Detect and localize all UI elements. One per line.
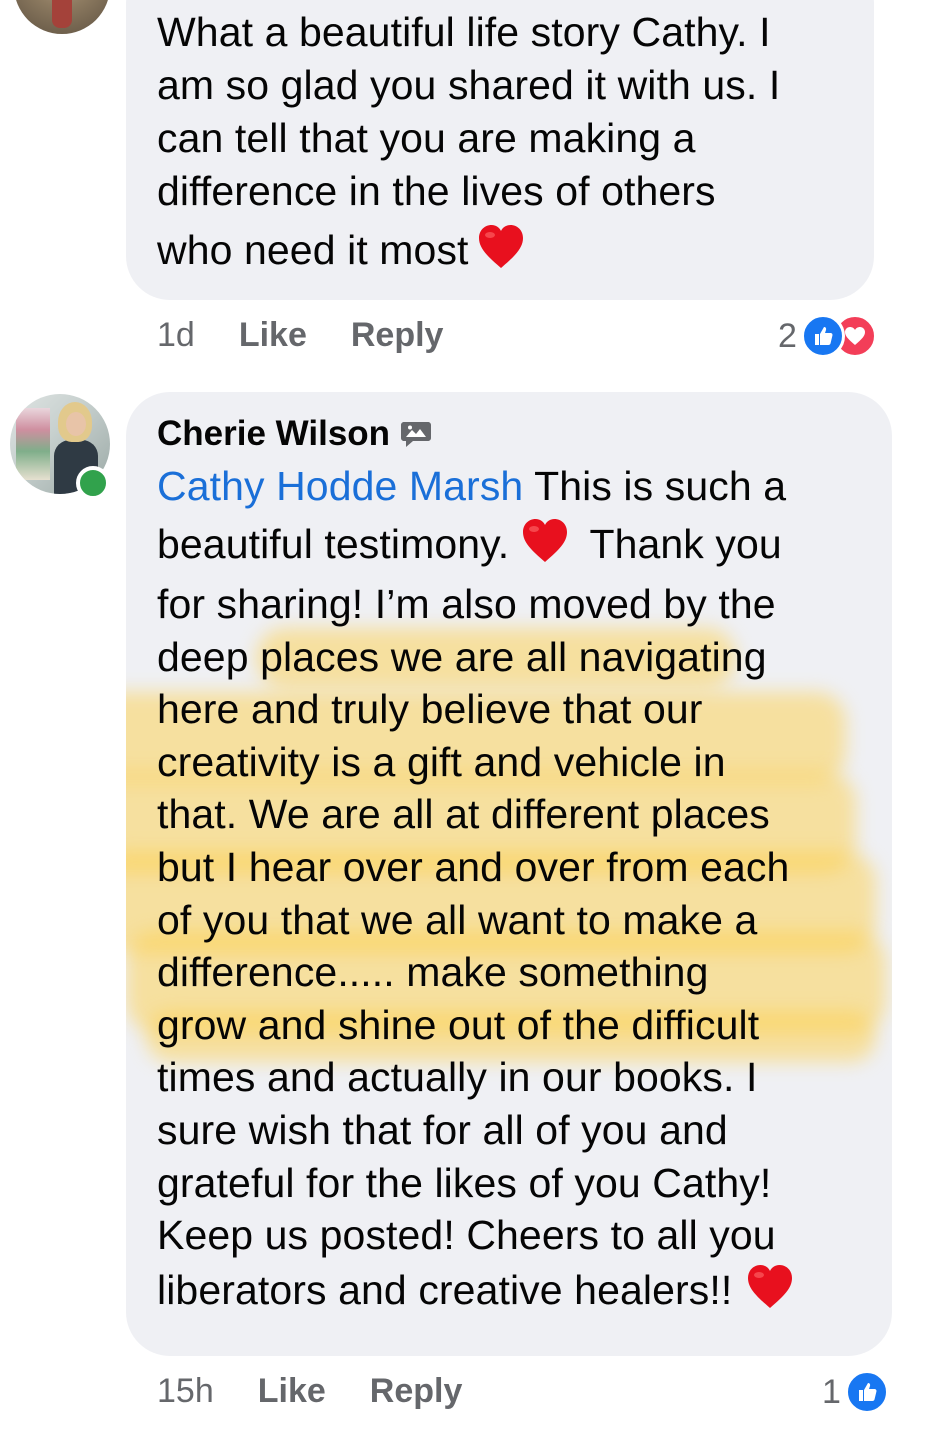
comment-line: am so glad you shared it with us. I (157, 62, 781, 108)
like-button[interactable]: Like (239, 316, 307, 355)
comment-line: of you that we all want to make a (157, 896, 758, 943)
comment-author-row: Cherie Wilson (157, 414, 432, 454)
reaction-count: 1 (822, 1372, 841, 1411)
comment-timestamp[interactable]: 1d (157, 316, 195, 355)
comment-line: What a beautiful life story Cathy. I (157, 9, 771, 55)
comment-line: who need it most (157, 218, 857, 290)
commenter-avatar[interactable] (14, 0, 110, 34)
reaction-summary[interactable]: 1 (822, 1370, 889, 1414)
comment-line: but I hear over and over from each (157, 843, 790, 890)
comment-line: creativity is a gift and vehicle in (157, 738, 726, 785)
comment-line: difference..... make something (157, 949, 709, 996)
comment-line-text: beautiful testimony. (157, 521, 521, 567)
comment-line: times and actually in our books. I (157, 1054, 758, 1101)
comment-line: for sharing! I’m also moved by the (157, 581, 776, 627)
comment-line-text: liberators and creative healers!! (157, 1266, 733, 1313)
comment-line: beautiful testimony. Thank you (157, 518, 877, 578)
like-icon (800, 314, 845, 358)
comment-line: here and truly believe that our (157, 686, 703, 733)
like-button[interactable]: Like (258, 1372, 326, 1411)
comment-text: What a beautiful life story Cathy. I am … (157, 6, 857, 290)
online-status-dot (76, 466, 110, 500)
reply-button[interactable]: Reply (351, 316, 444, 355)
reaction-count: 2 (778, 316, 797, 355)
avatar-figure (52, 0, 72, 28)
comment-line: Cathy Hodde Marsh This is such a (157, 460, 877, 518)
comment-line: deep places we are all navigating (157, 633, 767, 680)
comment-line: difference in the lives of others (157, 168, 716, 214)
comment-line-text: Thank you (578, 521, 782, 567)
avatar-painting (16, 408, 50, 480)
comment-text: Cathy Hodde Marsh This is such a beautif… (157, 460, 877, 1328)
message-image-icon (401, 422, 432, 447)
mention-link[interactable]: Cathy Hodde Marsh (157, 463, 523, 509)
comment-line: grow and shine out of the difficult (157, 1001, 760, 1048)
reply-button[interactable]: Reply (370, 1372, 463, 1411)
comment-timestamp[interactable]: 15h (157, 1372, 214, 1411)
red-heart-emoji-icon (748, 1264, 793, 1308)
red-heart-emoji-icon (478, 225, 523, 268)
comment-line-text: This is such a (523, 463, 787, 509)
comment-line: Keep us posted! Cheers to all you (157, 1212, 776, 1259)
avatar-face (66, 412, 86, 436)
comment-line: that. We are all at different places (157, 791, 770, 838)
comment-line-text: who need it most (157, 227, 469, 273)
reaction-summary[interactable]: 2 (778, 314, 877, 358)
comment-actions: 1d Like Reply (157, 316, 443, 355)
author-name[interactable]: Cherie Wilson (157, 414, 390, 454)
comment-line: grateful for the likes of you Cathy! (157, 1159, 772, 1206)
comment-line: can tell that you are making a (157, 115, 696, 161)
comment-line: sure wish that for all of you and (157, 1106, 728, 1153)
comment-actions: 15h Like Reply (157, 1372, 462, 1411)
comment-line: liberators and creative healers!! (157, 1262, 877, 1328)
red-heart-emoji-icon (522, 519, 567, 562)
like-icon (844, 1370, 889, 1414)
